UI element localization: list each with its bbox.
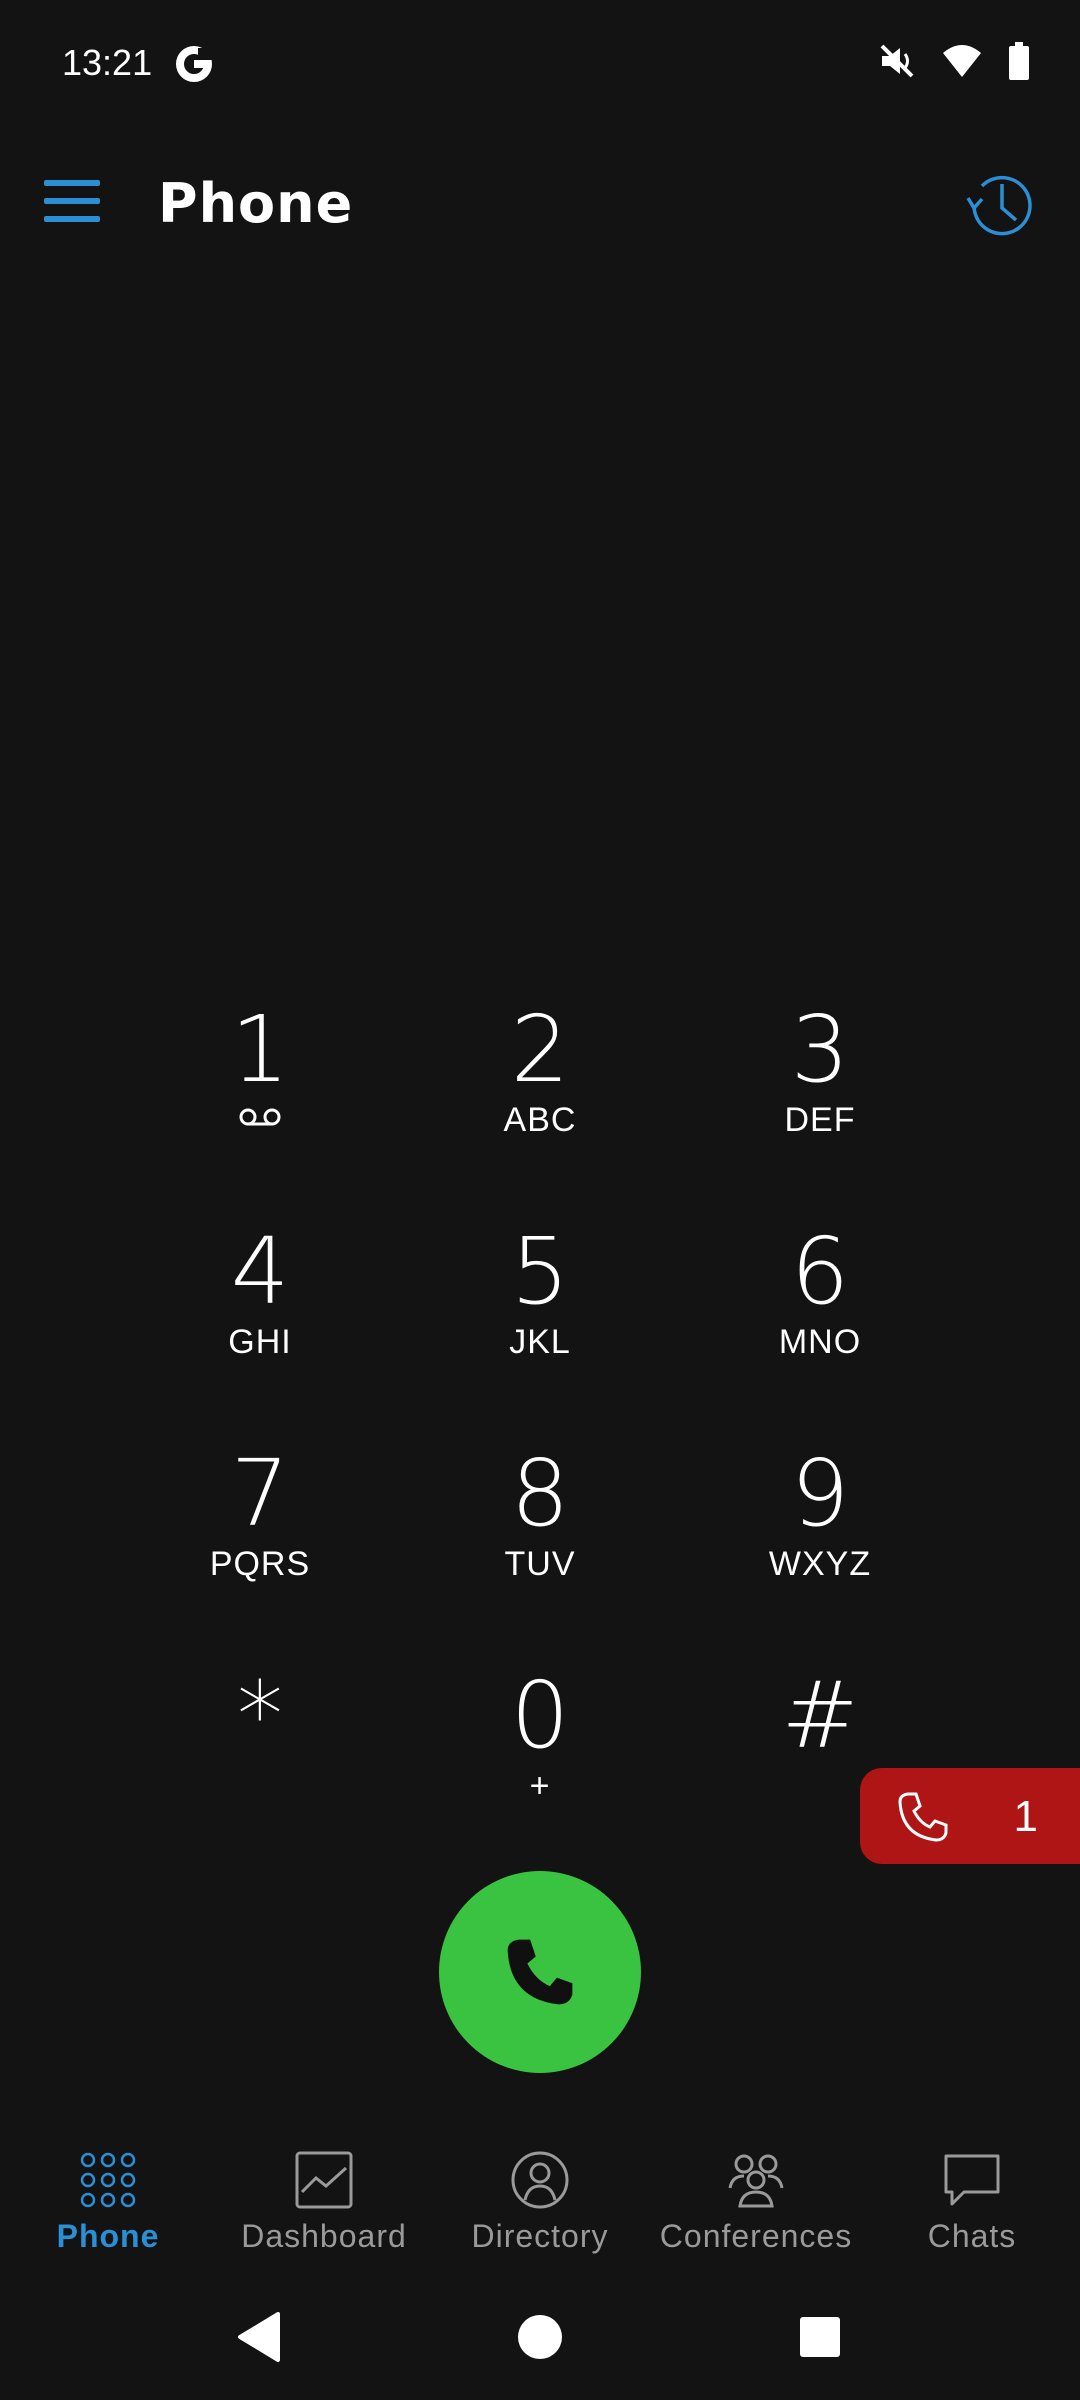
directory-person-icon	[511, 2151, 569, 2209]
nav-item-phone[interactable]: Phone	[0, 2130, 216, 2280]
key-letters: PQRS	[209, 1545, 311, 1583]
key-digit: 6	[790, 1218, 850, 1325]
home-icon[interactable]	[516, 2310, 564, 2364]
status-bar: 13:21	[0, 0, 1080, 128]
dialpad-key-8[interactable]: 8 TUV	[440, 1444, 640, 1634]
call-history-icon[interactable]	[964, 168, 1040, 244]
dialpad-key-1[interactable]: 1	[160, 1000, 360, 1190]
dialpad-key-6[interactable]: 6 MNO	[720, 1222, 920, 1412]
key-letters: TUV	[504, 1545, 576, 1583]
dashboard-chart-icon	[295, 2151, 353, 2209]
key-digit: 5	[510, 1218, 570, 1325]
call-button[interactable]	[439, 1871, 641, 2073]
wifi-icon	[943, 45, 981, 77]
phone-icon	[507, 1939, 573, 2005]
chat-bubble-icon	[944, 2154, 1000, 2206]
recents-icon[interactable]	[798, 2310, 842, 2364]
system-navigation-bar	[0, 2280, 1080, 2400]
key-letters: GHI	[228, 1323, 292, 1361]
bottom-navigation: Phone Dashboard Directory Conferences Ch…	[0, 2130, 1080, 2280]
nav-label: Dashboard	[241, 2218, 407, 2254]
key-digit: 2	[510, 996, 570, 1103]
key-letters: ABC	[503, 1101, 577, 1139]
key-digit: 0	[510, 1662, 570, 1769]
dialpad-key-4[interactable]: 4 GHI	[160, 1222, 360, 1412]
dialpad-key-star[interactable]: *	[160, 1666, 360, 1856]
key-letters: JKL	[509, 1323, 571, 1361]
nav-item-chats[interactable]: Chats	[864, 2130, 1080, 2280]
phone-icon	[898, 1792, 948, 1842]
dialpad-key-9[interactable]: 9 WXYZ	[720, 1444, 920, 1634]
key-letters: DEF	[784, 1101, 856, 1139]
dialpad-key-2[interactable]: 2 ABC	[440, 1000, 640, 1190]
nav-item-conferences[interactable]: Conferences	[648, 2130, 864, 2280]
mute-icon	[880, 44, 914, 78]
voicemail-icon	[239, 1108, 281, 1126]
active-calls-count: 1	[1013, 1792, 1038, 1841]
dialpad-key-3[interactable]: 3 DEF	[720, 1000, 920, 1190]
app-bar: Phone	[0, 128, 1080, 278]
dialpad-key-5[interactable]: 5 JKL	[440, 1222, 640, 1412]
page-title: Phone	[158, 172, 354, 235]
conferences-group-icon	[728, 2154, 784, 2208]
key-letters: WXYZ	[768, 1545, 872, 1583]
dialpad-icon	[80, 2152, 136, 2208]
dialpad-key-7[interactable]: 7 PQRS	[160, 1444, 360, 1634]
google-g-icon	[176, 46, 212, 82]
key-digit: 8	[510, 1440, 570, 1547]
nav-item-directory[interactable]: Directory	[432, 2130, 648, 2280]
key-digit: 3	[790, 996, 850, 1103]
nav-label: Chats	[927, 2218, 1017, 2254]
status-time: 13:21	[62, 42, 153, 83]
key-digit: 1	[230, 996, 290, 1103]
key-digit: #	[781, 1662, 859, 1769]
hamburger-menu-icon[interactable]	[44, 180, 100, 226]
nav-label: Conferences	[659, 2218, 853, 2254]
key-letters: +	[529, 1767, 551, 1805]
dialpad-key-0[interactable]: 0 +	[440, 1666, 640, 1856]
key-digit: *	[237, 1662, 283, 1769]
key-digit: 7	[230, 1440, 290, 1547]
nav-item-dashboard[interactable]: Dashboard	[216, 2130, 432, 2280]
nav-label: Phone	[56, 2218, 160, 2254]
key-digit: 9	[790, 1440, 850, 1547]
back-icon[interactable]	[234, 2310, 284, 2364]
active-calls-button[interactable]: 1	[860, 1768, 1080, 1864]
key-digit: 4	[230, 1218, 290, 1325]
battery-icon	[1009, 42, 1029, 80]
key-letters: MNO	[778, 1323, 862, 1361]
nav-label: Directory	[471, 2218, 609, 2254]
